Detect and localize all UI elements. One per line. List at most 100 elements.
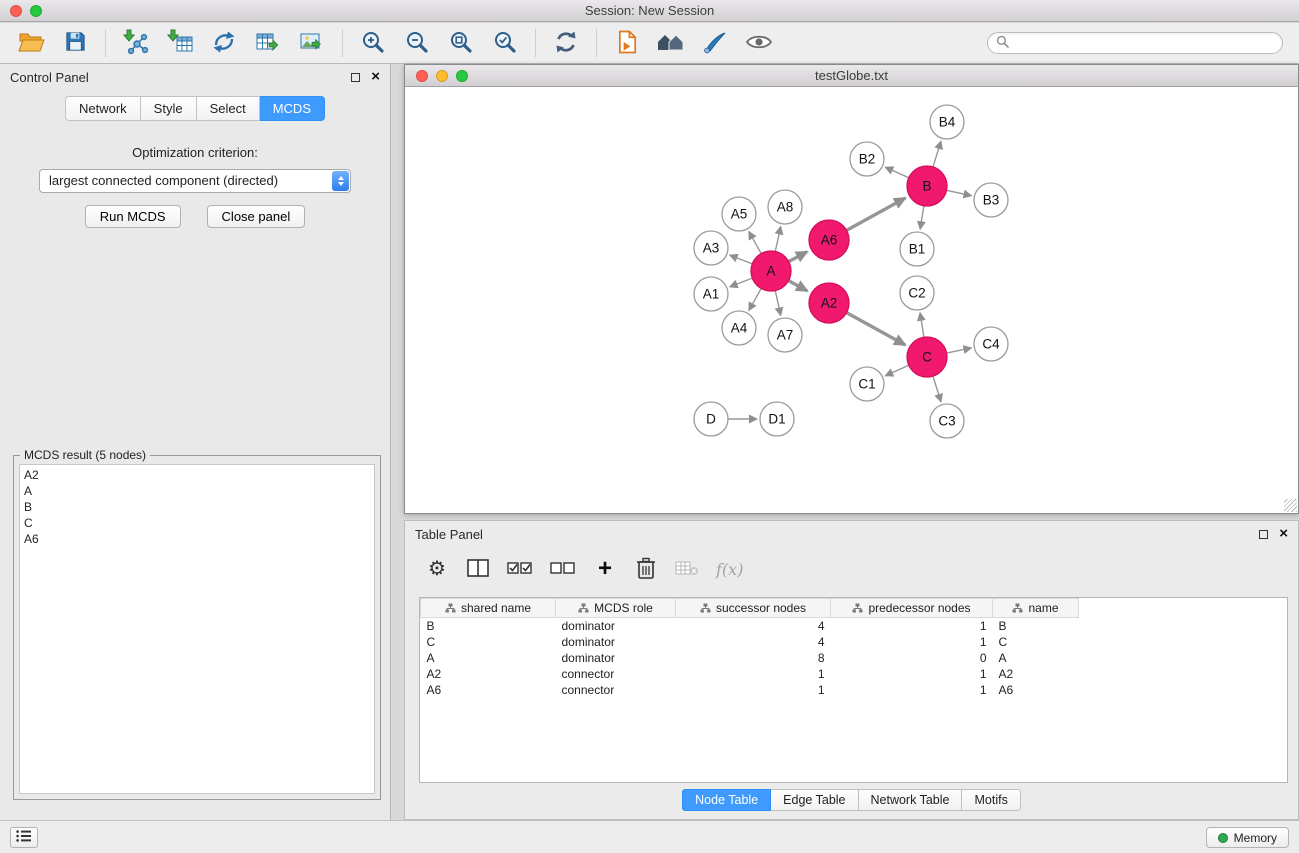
column-header-shared-name[interactable]: shared name (421, 599, 556, 618)
reload-network-button[interactable] (205, 27, 243, 59)
table-cell[interactable]: A (421, 650, 556, 666)
search-field[interactable] (987, 32, 1283, 54)
optimization-criterion-select[interactable]: largest connected component (directed) (39, 169, 351, 193)
add-column-button[interactable]: + (593, 555, 617, 583)
zoom-out-button[interactable] (398, 27, 436, 59)
style-brush-button[interactable] (696, 27, 734, 59)
node-B2[interactable]: B2 (850, 142, 884, 176)
mcds-result-item[interactable]: A6 (24, 531, 370, 547)
table-cell[interactable]: 0 (831, 650, 993, 666)
node-C3[interactable]: C3 (930, 404, 964, 438)
network-canvas[interactable]: B4B2BB3A8A5A6B1A3AC2A1A2A4A7C4CC1C3DD1 (405, 88, 1298, 513)
table-cell[interactable]: B (421, 618, 556, 634)
table-cell[interactable]: C (993, 634, 1079, 650)
table-row[interactable]: A6connector11A6 (421, 682, 1079, 698)
table-row[interactable]: A2connector11A2 (421, 666, 1079, 682)
table-cell[interactable]: 4 (676, 618, 831, 634)
table-settings-button[interactable]: ⚙ (425, 555, 449, 583)
edge-A-A5[interactable] (749, 231, 761, 253)
table-cell[interactable]: 1 (831, 618, 993, 634)
mcds-result-list[interactable]: A2ABCA6 (19, 464, 375, 794)
delete-column-button[interactable] (634, 555, 658, 583)
zoom-network-window-button[interactable] (456, 70, 468, 82)
edge-C-C1[interactable] (885, 365, 909, 376)
visibility-button[interactable] (740, 27, 778, 59)
node-C[interactable]: C (907, 337, 947, 377)
edge-C-C2[interactable] (920, 313, 924, 337)
tab-edge-table[interactable]: Edge Table (771, 789, 858, 811)
edge-B-B2[interactable] (885, 167, 909, 178)
select-all-button[interactable] (507, 555, 533, 583)
table-cell[interactable]: A2 (421, 666, 556, 682)
table-cell[interactable]: A6 (993, 682, 1079, 698)
mcds-result-item[interactable]: A (24, 483, 370, 499)
table-cell[interactable]: dominator (556, 618, 676, 634)
node-A7[interactable]: A7 (768, 318, 802, 352)
table-row[interactable]: Cdominator41C (421, 634, 1079, 650)
node-C2[interactable]: C2 (900, 276, 934, 310)
memory-button[interactable]: Memory (1206, 827, 1289, 848)
edge-B-B4[interactable] (933, 141, 941, 167)
float-table-panel-icon[interactable] (1259, 530, 1268, 539)
table-cell[interactable]: 4 (676, 634, 831, 650)
open-session-button[interactable] (12, 27, 50, 59)
refresh-button[interactable] (547, 27, 585, 59)
window-titlebar[interactable]: Session: New Session (0, 0, 1299, 22)
table-cell[interactable]: 1 (831, 666, 993, 682)
node-A8[interactable]: A8 (768, 190, 802, 224)
tab-node-table[interactable]: Node Table (682, 789, 771, 811)
close-panel-button[interactable]: Close panel (207, 205, 306, 228)
node-D[interactable]: D (694, 402, 728, 436)
tab-style[interactable]: Style (141, 96, 197, 121)
table-cell[interactable]: B (993, 618, 1079, 634)
edge-A-A6[interactable] (789, 252, 807, 262)
close-network-window-button[interactable] (416, 70, 428, 82)
node-C4[interactable]: C4 (974, 327, 1008, 361)
node-B4[interactable]: B4 (930, 105, 964, 139)
run-mcds-button[interactable]: Run MCDS (85, 205, 181, 228)
save-session-button[interactable] (56, 27, 94, 59)
node-D1[interactable]: D1 (760, 402, 794, 436)
network-window-titlebar[interactable]: testGlobe.txt (405, 65, 1298, 87)
table-cell[interactable]: 1 (831, 634, 993, 650)
table-cell[interactable]: dominator (556, 650, 676, 666)
table-cell[interactable]: connector (556, 666, 676, 682)
edge-A-A1[interactable] (730, 278, 753, 287)
show-columns-button[interactable] (466, 555, 490, 583)
edge-C-C3[interactable] (933, 376, 941, 402)
edge-A-A2[interactable] (789, 281, 808, 291)
mcds-result-item[interactable]: B (24, 499, 370, 515)
edge-B-B1[interactable] (920, 206, 924, 229)
table-cell[interactable]: C (421, 634, 556, 650)
node-A6[interactable]: A6 (809, 220, 849, 260)
zoom-window-button[interactable] (30, 5, 42, 17)
delete-table-button-disabled[interactable] (675, 555, 699, 583)
node-A5[interactable]: A5 (722, 197, 756, 231)
home-view-button[interactable] (652, 27, 690, 59)
table-cell[interactable]: A6 (421, 682, 556, 698)
resize-grip[interactable] (1284, 499, 1297, 512)
tab-mcds[interactable]: MCDS (260, 96, 325, 121)
zoom-selected-button[interactable] (486, 27, 524, 59)
table-row[interactable]: Bdominator41B (421, 618, 1079, 634)
column-header-predecessor-nodes[interactable]: predecessor nodes (831, 599, 993, 618)
column-header-name[interactable]: name (993, 599, 1079, 618)
node-A2[interactable]: A2 (809, 283, 849, 323)
edge-A2-C[interactable] (847, 313, 906, 345)
tab-motifs[interactable]: Motifs (962, 789, 1020, 811)
edge-C-C4[interactable] (947, 348, 972, 353)
table-row[interactable]: Adominator80A (421, 650, 1079, 666)
table-cell[interactable]: 1 (676, 682, 831, 698)
edge-A-A3[interactable] (730, 255, 753, 264)
deselect-all-button[interactable] (550, 555, 576, 583)
network-graph[interactable]: B4B2BB3A8A5A6B1A3AC2A1A2A4A7C4CC1C3DD1 (405, 88, 1298, 513)
table-cell[interactable]: connector (556, 682, 676, 698)
zoom-in-button[interactable] (354, 27, 392, 59)
zoom-fit-button[interactable] (442, 27, 480, 59)
node-A3[interactable]: A3 (694, 231, 728, 265)
node-B[interactable]: B (907, 166, 947, 206)
close-panel-icon[interactable]: × (371, 72, 380, 82)
close-table-panel-icon[interactable]: × (1279, 529, 1288, 539)
node-B1[interactable]: B1 (900, 232, 934, 266)
import-table-button[interactable] (161, 27, 199, 59)
